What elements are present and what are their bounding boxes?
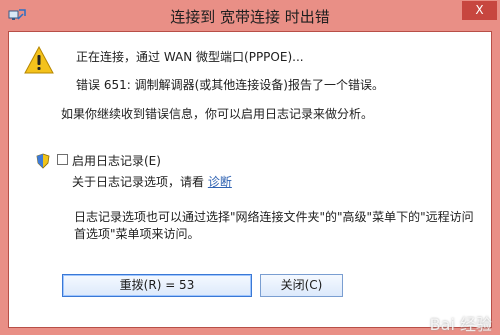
diagnose-link[interactable]: 诊断 xyxy=(208,175,232,189)
logging-options-line: 关于日志记录选项，请看 诊断 xyxy=(72,173,232,190)
error-dialog: 连接到 宽带连接 时出错 X 正在连接，通过 WAN 微型端口(PPPOE)..… xyxy=(0,0,500,335)
watermark: Bai 经验 xyxy=(429,315,492,334)
warning-icon xyxy=(24,46,54,74)
logging-note-line-1: 日志记录选项也可以通过选择"网络连接文件夹"的"高级"菜单下的"远程访问 xyxy=(74,210,474,224)
title-bar: 连接到 宽带连接 时出错 X xyxy=(0,0,500,30)
enable-logging-label[interactable]: 启用日志记录(E) xyxy=(72,152,161,169)
error-message: 错误 651: 调制解调器(或其他连接设备)报告了一个错误。 xyxy=(76,78,384,92)
logging-hint: 如果你继续收到错误信息，你可以启用日志记录来做分析。 xyxy=(61,107,374,121)
shield-icon xyxy=(36,153,50,169)
redial-button[interactable]: 重拨(R) = 53 xyxy=(62,274,252,297)
window-close-button[interactable]: X xyxy=(462,1,497,20)
dialog-content: 正在连接，通过 WAN 微型端口(PPPOE)... 错误 651: 调制解调器… xyxy=(8,31,492,328)
enable-logging-checkbox[interactable] xyxy=(57,154,68,165)
logging-options-text: 关于日志记录选项，请看 xyxy=(72,175,205,189)
window-title: 连接到 宽带连接 时出错 xyxy=(170,8,330,26)
close-button[interactable]: 关闭(C) xyxy=(260,274,343,297)
connection-status-text: 正在连接，通过 WAN 微型端口(PPPOE)... xyxy=(76,50,304,64)
logging-note-line-2: 首选项"菜单项来访问。 xyxy=(74,227,200,241)
